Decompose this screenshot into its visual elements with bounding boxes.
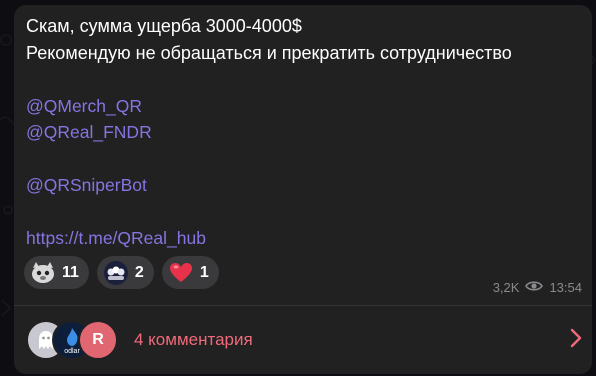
comments-count-label: 4 комментария — [134, 330, 253, 349]
commenter-avatars: odlar R — [26, 320, 136, 360]
mention-link-3[interactable]: @QRSniperBot — [26, 172, 582, 199]
view-count: 3,2K — [492, 280, 520, 295]
cat-face-emoji-icon — [30, 260, 56, 286]
reaction-button-crowd[interactable]: 2 — [96, 256, 154, 289]
reactions-row: 11 2 1 — [24, 256, 219, 289]
heart-emoji-icon — [168, 260, 194, 286]
message-bubble: Скам, сумма ущерба 3000-4000$ Рекомендую… — [14, 5, 592, 374]
comments-button[interactable]: odlar R 4 комментария — [14, 306, 592, 374]
mention-link-1[interactable]: @QMerch_QR — [26, 93, 582, 120]
chevron-right-icon — [570, 328, 582, 353]
reaction-count: 1 — [199, 263, 209, 281]
message-meta: 3,2K 13:54 — [493, 280, 582, 295]
eye-icon — [525, 280, 544, 295]
message-time: 13:54 — [549, 280, 582, 295]
avatar: R — [78, 320, 118, 360]
message-line-1: Скам, сумма ущерба 3000-4000$ — [26, 16, 302, 36]
mention-link-2[interactable]: @QReal_FNDR — [26, 119, 582, 146]
reaction-button-cat[interactable]: 11 — [24, 256, 89, 289]
reaction-button-heart[interactable]: 1 — [161, 256, 219, 289]
message-text: Скам, сумма ущерба 3000-4000$ Рекомендую… — [26, 13, 582, 252]
reaction-count: 2 — [134, 263, 144, 281]
message-line-2: Рекомендую не обращаться и прекратить со… — [26, 42, 512, 63]
url-link[interactable]: https://t.me/QReal_hub — [26, 225, 582, 252]
avatar-text: odlar — [64, 348, 80, 355]
reaction-count: 11 — [62, 263, 79, 281]
crowd-emoji-icon — [103, 260, 129, 286]
